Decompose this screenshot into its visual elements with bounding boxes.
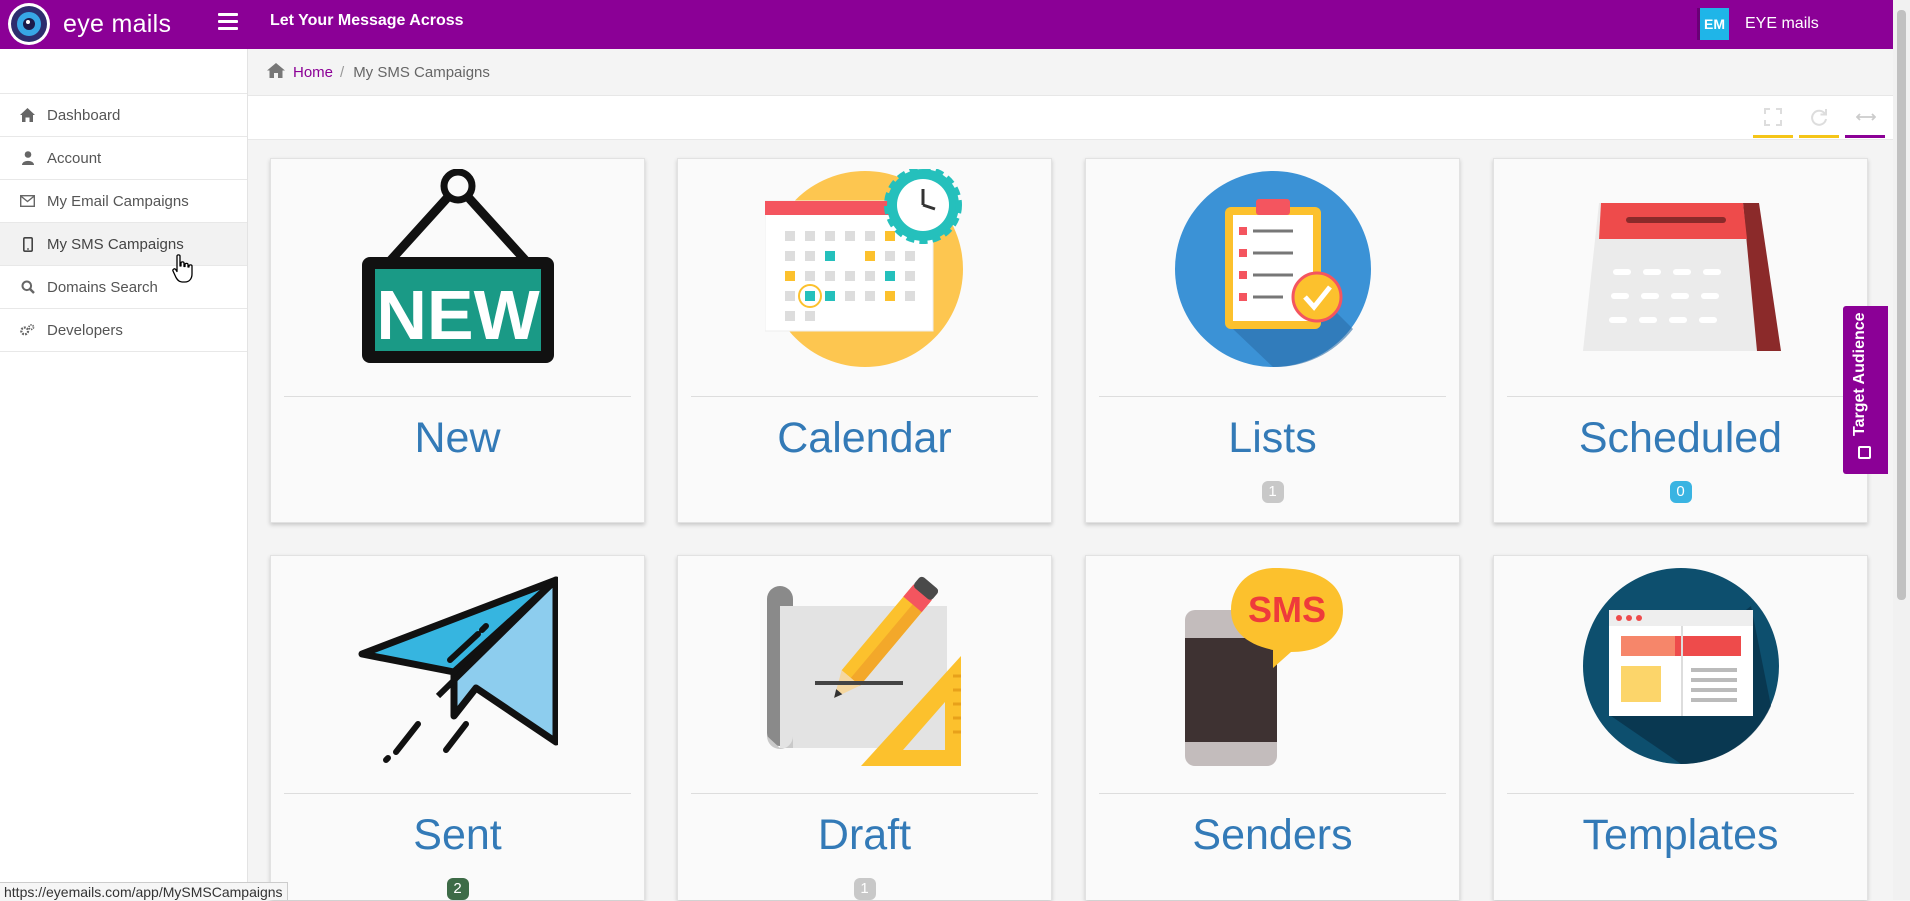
card-new[interactable]: NEW New: [270, 158, 645, 523]
page-scrollbar[interactable]: [1893, 0, 1910, 900]
sidebar-item-sms-campaigns[interactable]: My SMS Campaigns: [0, 223, 247, 266]
scrollbar-thumb[interactable]: [1897, 10, 1906, 600]
cogs-icon: [20, 323, 35, 338]
menu-toggle-icon[interactable]: [218, 13, 238, 33]
breadcrumb-current: My SMS Campaigns: [353, 63, 490, 81]
user-name: EYE mails: [1745, 15, 1819, 32]
sms-phone-icon: SMS: [1184, 568, 1343, 766]
sidebar-item-email-campaigns[interactable]: My Email Campaigns: [0, 180, 247, 223]
target-audience-label: Target Audience: [1851, 312, 1868, 436]
card-label: Calendar: [777, 414, 952, 462]
target-audience-tab[interactable]: Target Audience: [1843, 306, 1888, 474]
card-sent[interactable]: Sent 2: [270, 555, 645, 900]
eye-logo-icon[interactable]: [8, 3, 50, 45]
web-template-icon: [1582, 568, 1779, 765]
sidebar-item-label: My Email Campaigns: [47, 192, 189, 210]
svg-text:SMS: SMS: [1247, 589, 1325, 630]
draft-count-badge: 1: [853, 878, 876, 900]
status-bar-url: https://eyemails.com/app/MySMSCampaigns: [0, 882, 288, 900]
card-label: Senders: [1192, 811, 1353, 859]
paper-plane-icon: [358, 576, 558, 763]
panel-toggle-icon: [1858, 446, 1871, 459]
new-sign-icon: NEW: [361, 169, 554, 363]
sidebar-item-account[interactable]: Account: [0, 137, 247, 180]
desk-calendar-icon: [1582, 203, 1781, 351]
card-label: Lists: [1228, 414, 1317, 462]
lists-count-badge: 1: [1261, 481, 1284, 503]
card-scheduled[interactable]: Scheduled 0: [1493, 158, 1868, 523]
pencil-ruler-icon: [766, 576, 961, 766]
brand-name[interactable]: eye mails: [63, 10, 171, 39]
sidebar-menu: Dashboard Account My Email Campaigns My …: [0, 93, 247, 352]
collapse-button[interactable]: [1845, 108, 1885, 138]
expand-icon: [1764, 108, 1782, 126]
calendar-icon: [764, 169, 963, 367]
user-icon: [20, 151, 35, 166]
home-icon: [267, 62, 285, 82]
mobile-icon: [20, 236, 35, 252]
refresh-button[interactable]: [1799, 108, 1839, 138]
sidebar: Dashboard Account My Email Campaigns My …: [0, 49, 248, 900]
svg-text:NEW: NEW: [376, 276, 539, 354]
clipboard-list-icon: [1174, 171, 1371, 368]
sidebar-item-dashboard[interactable]: Dashboard: [0, 94, 247, 137]
card-calendar[interactable]: Calendar: [677, 158, 1052, 523]
card-label: New: [414, 414, 501, 462]
tagline: Let Your Message Across: [270, 12, 464, 29]
user-menu[interactable]: EM EYE mails: [1697, 4, 1819, 44]
scheduled-count-badge: 0: [1669, 481, 1692, 503]
card-templates[interactable]: Templates: [1493, 555, 1868, 900]
refresh-icon: [1811, 109, 1827, 126]
card-draft[interactable]: Draft 1: [677, 555, 1052, 900]
sidebar-item-label: Developers: [47, 321, 123, 339]
fullscreen-button[interactable]: [1753, 108, 1793, 138]
card-label: Sent: [413, 811, 502, 859]
card-senders[interactable]: SMS Senders: [1085, 555, 1460, 900]
mouse-pointer-icon: [172, 254, 193, 283]
card-label: Templates: [1582, 811, 1779, 859]
breadcrumb: Home / My SMS Campaigns: [248, 49, 1893, 96]
card-label: Draft: [817, 811, 912, 859]
search-icon: [20, 280, 35, 295]
top-navbar: eye mails Let Your Message Across EM EYE…: [0, 0, 1910, 49]
sidebar-item-label: Dashboard: [47, 106, 121, 124]
sidebar-item-domains-search[interactable]: Domains Search: [0, 266, 247, 309]
home-icon: [20, 108, 35, 123]
avatar: EM: [1697, 8, 1729, 40]
sidebar-item-label: Account: [47, 149, 102, 167]
card-label: Scheduled: [1578, 414, 1783, 462]
sidebar-item-label: Domains Search: [47, 278, 158, 296]
envelope-icon: [20, 194, 35, 209]
collapse-icon: [1856, 113, 1876, 121]
sent-count-badge: 2: [446, 878, 469, 900]
widget-header: [248, 96, 1893, 140]
breadcrumb-home-link[interactable]: Home: [293, 64, 333, 81]
sidebar-item-developers[interactable]: Developers: [0, 309, 247, 352]
card-lists[interactable]: Lists 1: [1085, 158, 1460, 523]
sidebar-item-label: My SMS Campaigns: [47, 235, 184, 253]
breadcrumb-separator: /: [340, 63, 345, 81]
